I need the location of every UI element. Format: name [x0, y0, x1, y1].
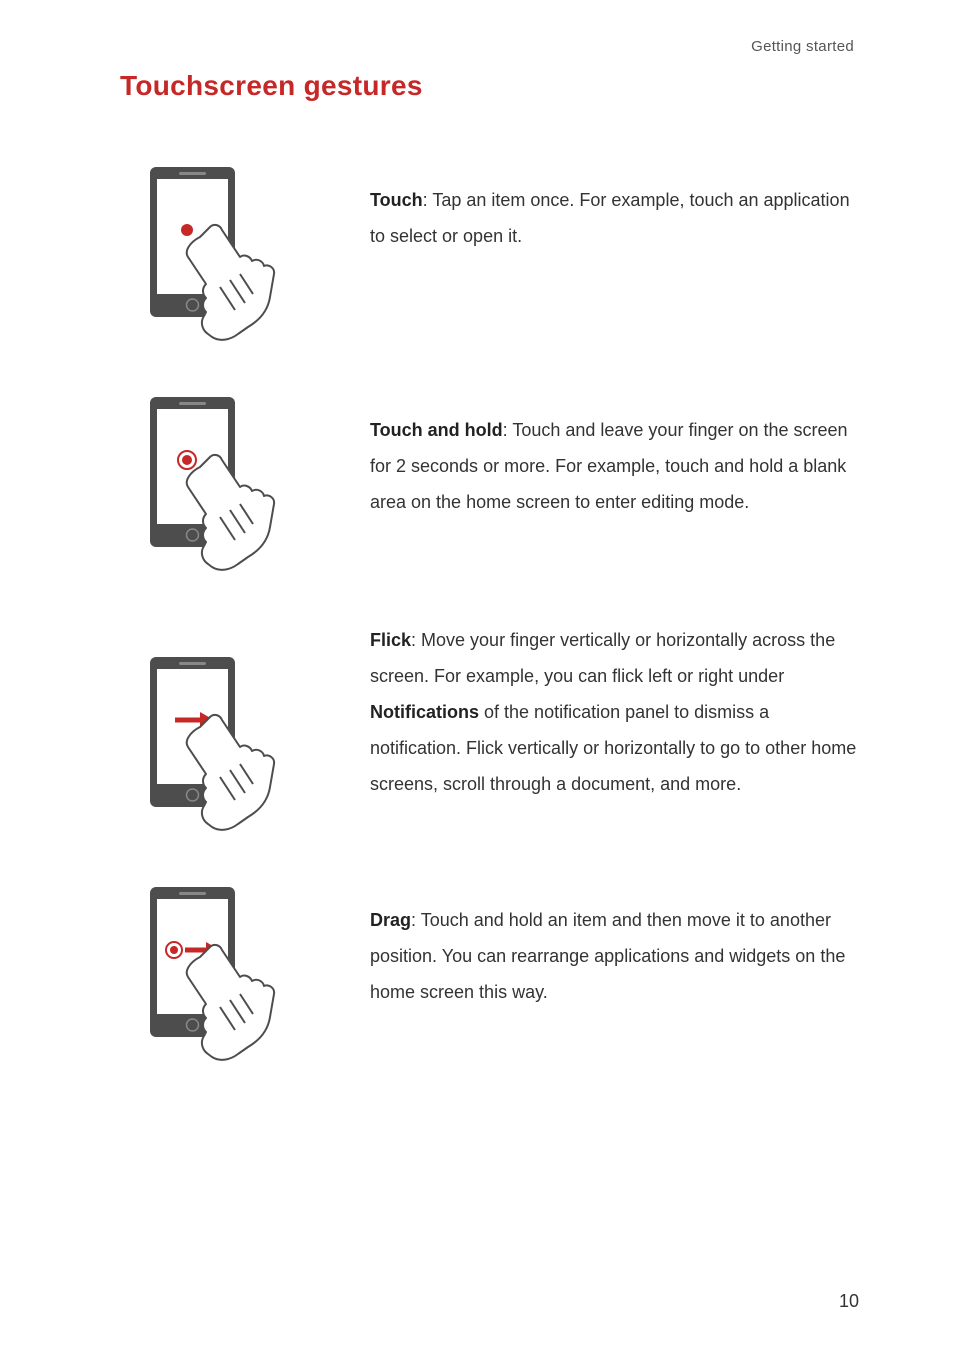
gesture-row-touch: Touch: Tap an item once. For example, to…	[120, 162, 864, 347]
flick-icon	[120, 622, 320, 837]
gesture-text: Flick: Move your finger vertically or ho…	[370, 622, 864, 802]
gesture-row-flick: Flick: Move your finger vertically or ho…	[120, 622, 864, 837]
touch-hold-icon	[120, 392, 320, 577]
gesture-label: Drag	[370, 910, 411, 930]
gesture-label: Touch and hold	[370, 420, 503, 440]
gesture-text: Touch: Tap an item once. For example, to…	[370, 162, 864, 254]
gesture-desc: : Tap an item once. For example, touch a…	[370, 190, 850, 246]
page-number: 10	[839, 1291, 859, 1312]
gesture-label: Touch	[370, 190, 423, 210]
gesture-text: Drag: Touch and hold an item and then mo…	[370, 882, 864, 1010]
page-title: Touchscreen gestures	[120, 70, 864, 102]
gesture-desc: : Touch and hold an item and then move i…	[370, 910, 845, 1002]
gesture-label: Flick	[370, 630, 411, 650]
gesture-text: Touch and hold: Touch and leave your fin…	[370, 392, 864, 520]
gesture-bold-mid: Notifications	[370, 702, 479, 722]
section-header: Getting started	[751, 38, 854, 55]
gesture-row-touch-hold: Touch and hold: Touch and leave your fin…	[120, 392, 864, 577]
drag-icon	[120, 882, 320, 1067]
touch-icon	[120, 162, 320, 347]
gesture-desc-before: : Move your finger vertically or horizon…	[370, 630, 835, 686]
gesture-row-drag: Drag: Touch and hold an item and then mo…	[120, 882, 864, 1067]
